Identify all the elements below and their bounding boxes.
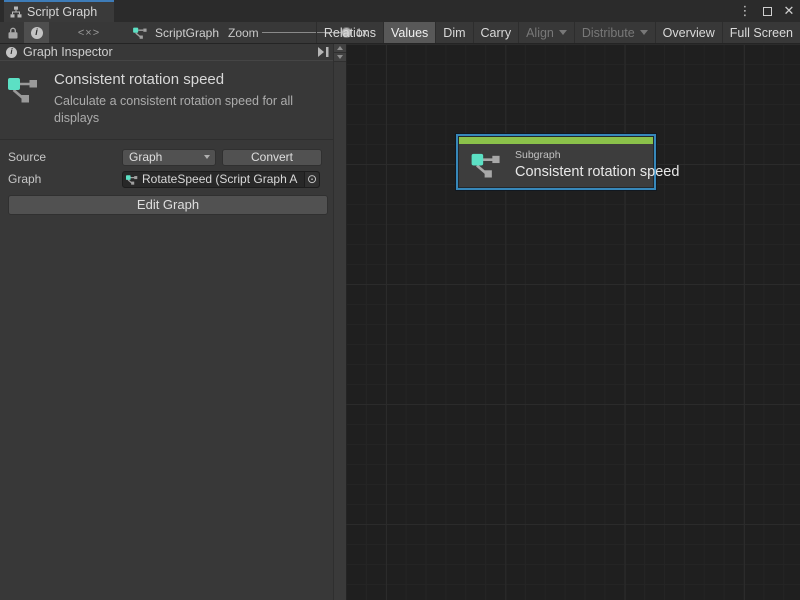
script-graph-window-icon <box>10 6 22 18</box>
info-icon: i <box>31 27 43 39</box>
toolbar-button-group: Relations Values Dim Carry Align Distrib… <box>316 22 800 43</box>
relations-button[interactable]: Relations <box>316 22 383 43</box>
carry-button[interactable]: Carry <box>473 22 519 43</box>
info-icon: i <box>6 47 17 58</box>
dropdown-arrow-icon <box>559 30 567 35</box>
window-maximize-icon[interactable] <box>758 2 776 20</box>
inspector-header: i Graph Inspector <box>0 44 333 61</box>
source-label: Source <box>0 150 122 164</box>
graph-node-icon <box>8 74 42 104</box>
tab-title: Script Graph <box>27 5 97 19</box>
graph-description: Calculate a consistent rotation speed fo… <box>54 93 332 127</box>
full-screen-button[interactable]: Full Screen <box>722 22 800 43</box>
dim-button[interactable]: Dim <box>435 22 472 43</box>
node-type-label: Subgraph <box>515 149 679 161</box>
graph-canvas[interactable]: Subgraph Consistent rotation speed <box>346 44 800 600</box>
graph-node-icon <box>133 26 149 39</box>
object-picker-icon[interactable]: ⊙ <box>304 172 319 187</box>
graph-node-icon <box>126 174 139 185</box>
overview-button[interactable]: Overview <box>655 22 722 43</box>
graph-object-field[interactable]: RotateSpeed (Script Graph A ⊙ <box>122 171 320 188</box>
source-dropdown[interactable]: Graph <box>122 149 216 166</box>
convert-button[interactable]: Convert <box>222 149 322 166</box>
graph-summary: Consistent rotation speed Calculate a co… <box>0 61 333 137</box>
window-tab-bar: Script Graph ⋮ ✕ <box>0 0 800 22</box>
graph-toolbar: i <×> ScriptGraph Zoom 1x Relations Valu… <box>0 22 800 44</box>
inspector-scrollbar[interactable] <box>333 44 346 600</box>
arrow-down-icon <box>337 55 343 59</box>
graph-node-icon <box>471 151 505 178</box>
distribute-dropdown-button[interactable]: Distribute <box>574 22 655 43</box>
current-graph-name: ScriptGraph <box>155 26 219 40</box>
dropdown-arrow-icon <box>204 155 210 159</box>
graph-field-label: Graph <box>0 172 122 186</box>
lock-button[interactable] <box>4 22 22 43</box>
graph-inspector-panel: i Graph Inspector Consistent rotation sp… <box>0 44 333 600</box>
edit-graph-button[interactable]: Edit Graph <box>8 195 328 215</box>
code-preview-button[interactable]: <×> <box>70 22 108 43</box>
current-graph-indicator: ScriptGraph <box>133 22 219 43</box>
graph-object-value: RotateSpeed (Script Graph A <box>142 172 297 186</box>
scroll-down-button[interactable] <box>334 53 346 62</box>
lock-icon <box>8 27 18 39</box>
values-button[interactable]: Values <box>383 22 435 43</box>
scroll-up-button[interactable] <box>334 44 346 53</box>
arrow-up-icon <box>337 46 343 50</box>
node-title: Consistent rotation speed <box>515 164 679 180</box>
code-icon: <×> <box>78 27 100 39</box>
align-dropdown-button[interactable]: Align <box>518 22 574 43</box>
window-menu-icon[interactable]: ⋮ <box>736 2 754 20</box>
node-header-bar <box>459 137 653 144</box>
window-close-icon[interactable]: ✕ <box>780 2 798 20</box>
zoom-label: Zoom <box>228 22 259 43</box>
tab-script-graph[interactable]: Script Graph <box>4 0 114 22</box>
dropdown-arrow-icon <box>640 30 648 35</box>
maximize-panel-icon[interactable] <box>318 47 330 57</box>
subgraph-node[interactable]: Subgraph Consistent rotation speed <box>458 136 654 188</box>
graph-title: Consistent rotation speed <box>54 71 332 88</box>
inspector-header-title: Graph Inspector <box>23 45 113 59</box>
inspector-toggle-button[interactable]: i <box>24 22 49 43</box>
